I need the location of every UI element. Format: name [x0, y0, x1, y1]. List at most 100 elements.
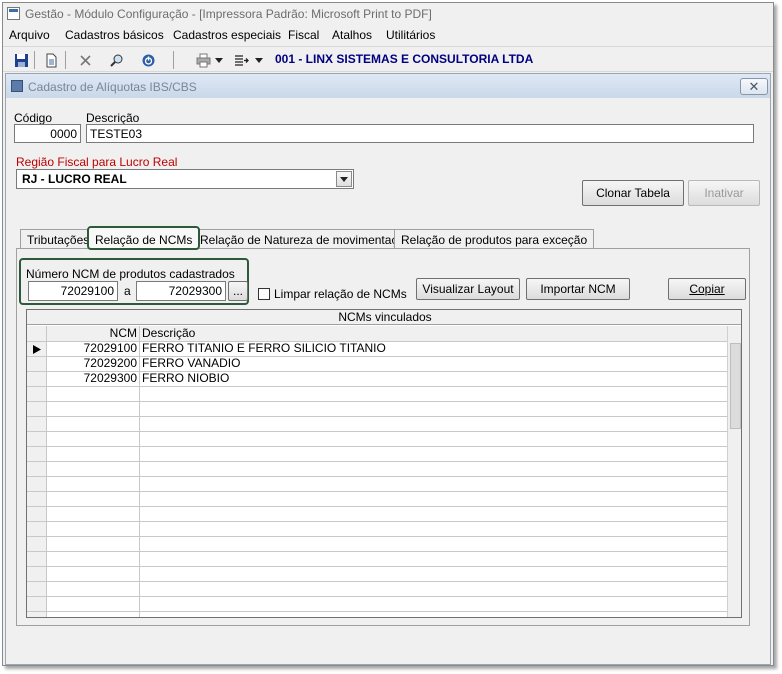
form-title: Cadastro de Alíquotas IBS/CBS: [28, 80, 197, 94]
menu-cadastros-basicos[interactable]: Cadastros básicos: [65, 28, 164, 42]
tab-relacao-natureza[interactable]: Relação de Natureza de movimentação: [193, 229, 418, 249]
power-button[interactable]: [138, 50, 158, 70]
form-title-bar: Cadastro de Alíquotas IBS/CBS ✕: [6, 74, 770, 98]
ncm-grid: NCMs vinculados NCM Descrição 72029100 F…: [26, 309, 742, 618]
grid-hline: [27, 596, 727, 597]
grid-hline: [27, 476, 727, 477]
scrollbar-thumb[interactable]: [730, 343, 741, 429]
regiao-fiscal-select[interactable]: RJ - LUCRO REAL: [16, 169, 354, 189]
regiao-fiscal-value: RJ - LUCRO REAL: [22, 172, 127, 186]
print-button[interactable]: [193, 50, 213, 70]
grid-hline: [27, 401, 727, 402]
printer-icon: [196, 53, 210, 67]
chevron-down-icon: [215, 57, 223, 63]
grid-hline: [27, 611, 727, 612]
print-dropdown[interactable]: [213, 50, 225, 70]
app-icon: [7, 7, 20, 20]
grid-hline: [27, 536, 727, 537]
company-name: 001 - LINX SISTEMAS E CONSULTORIA LTDA: [275, 52, 534, 66]
search-button[interactable]: [106, 50, 126, 70]
grid-hline: [27, 521, 727, 522]
grid-hline: [27, 371, 727, 372]
numero-ncm-label: Número NCM de produtos cadastrados: [26, 267, 235, 281]
grid-caption: NCMs vinculados: [27, 310, 741, 325]
ncm-to-input[interactable]: 72029300: [136, 281, 226, 301]
row-indicator-column: [27, 326, 47, 617]
limpar-ncms-checkbox[interactable]: [258, 288, 270, 300]
grid-vertical-scrollbar[interactable]: [727, 326, 741, 617]
grid-cell-descricao: FERRO TITANIO E FERRO SILICIO TITANIO: [142, 341, 386, 355]
ncm-browse-button[interactable]: ...: [228, 281, 248, 301]
ncm-range-separator: a: [124, 284, 131, 298]
grid-hline: [27, 356, 727, 357]
close-icon: ✕: [748, 78, 760, 94]
chevron-down-icon: [340, 176, 348, 182]
grid-header-descricao[interactable]: Descrição: [140, 326, 727, 341]
main-window: Gestão - Módulo Configuração - [Impresso…: [2, 2, 774, 666]
limpar-ncms-label: Limpar relação de NCMs: [274, 287, 407, 301]
inativar-button[interactable]: Inativar: [688, 180, 760, 206]
toolbar-separator: [173, 51, 174, 69]
toolbar-separator: [65, 51, 66, 69]
grid-cell-descricao: FERRO VANADIO: [142, 356, 241, 370]
menu-arquivo[interactable]: Arquivo: [9, 28, 50, 42]
codigo-field[interactable]: 0000: [14, 124, 81, 143]
grid-hline: [27, 566, 727, 567]
importar-ncm-button[interactable]: Importar NCM: [526, 278, 630, 300]
grid-hline: [27, 386, 727, 387]
save-icon: [14, 53, 28, 67]
grid-hline: [27, 461, 727, 462]
grid-hline: [27, 491, 727, 492]
form-icon: [11, 80, 23, 92]
grid-cell-descricao: FERRO NIOBIO: [142, 371, 230, 385]
grid-hline: [27, 431, 727, 432]
save-button[interactable]: [11, 50, 31, 70]
grid-hline: [27, 581, 727, 582]
menu-cadastros-especiais[interactable]: Cadastros especiais: [173, 28, 281, 42]
grid-hline: [27, 341, 727, 342]
delete-icon: [79, 54, 91, 66]
export-button[interactable]: [231, 50, 251, 70]
grid-hline: [27, 416, 727, 417]
table-row[interactable]: 72029300 FERRO NIOBIO: [47, 371, 727, 386]
clonar-tabela-button[interactable]: Clonar Tabela: [582, 180, 684, 206]
grid-cell-ncm: 72029300: [83, 371, 137, 385]
delete-button[interactable]: [75, 50, 95, 70]
search-icon: [109, 54, 122, 67]
toolbar-separator: [34, 51, 35, 69]
visualizar-layout-button[interactable]: Visualizar Layout: [416, 278, 520, 300]
copiar-button[interactable]: Copiar: [668, 278, 746, 300]
power-icon: [142, 54, 154, 66]
menu-fiscal[interactable]: Fiscal: [288, 28, 319, 42]
table-row[interactable]: 72029100 FERRO TITANIO E FERRO SILICIO T…: [47, 341, 727, 356]
descricao-field[interactable]: TESTE03: [86, 124, 754, 143]
new-document-icon: [46, 53, 56, 67]
grid-hline: [27, 551, 727, 552]
ncm-from-input[interactable]: 72029100: [28, 281, 118, 301]
menu-utilitarios[interactable]: Utilitários: [386, 28, 435, 42]
regiao-dropdown-button[interactable]: [336, 171, 352, 187]
tab-tributacoes[interactable]: Tributações: [20, 229, 97, 249]
grid-header-ncm[interactable]: NCM: [47, 326, 139, 341]
tab-relacao-ncms[interactable]: Relação de NCMs: [87, 226, 201, 250]
codigo-label: Código: [14, 111, 53, 125]
export-list-icon: [234, 54, 249, 66]
descricao-label: Descrição: [86, 111, 140, 125]
grid-cell-ncm: 72029200: [83, 356, 137, 370]
table-row[interactable]: 72029200 FERRO VANADIO: [47, 356, 727, 371]
window-title: Gestão - Módulo Configuração - [Impresso…: [25, 7, 432, 21]
grid-hline: [27, 446, 727, 447]
regiao-fiscal-label: Região Fiscal para Lucro Real: [16, 155, 178, 169]
current-row-arrow-icon: [33, 345, 41, 354]
grid-hline: [27, 506, 727, 507]
title-bar: Gestão - Módulo Configuração - [Impresso…: [3, 3, 773, 25]
grid-cell-ncm: 72029100: [83, 341, 137, 355]
export-dropdown[interactable]: [253, 50, 265, 70]
menu-bar: Arquivo Cadastros básicos Cadastros espe…: [3, 25, 773, 45]
new-document-button[interactable]: [41, 50, 61, 70]
menu-atalhos[interactable]: Atalhos: [332, 28, 372, 42]
chevron-down-icon: [255, 57, 263, 63]
toolbar: 001 - LINX SISTEMAS E CONSULTORIA LTDA: [3, 46, 773, 72]
close-button[interactable]: ✕: [740, 78, 768, 95]
tab-relacao-produtos-excecao[interactable]: Relação de produtos para exceção: [394, 229, 595, 249]
